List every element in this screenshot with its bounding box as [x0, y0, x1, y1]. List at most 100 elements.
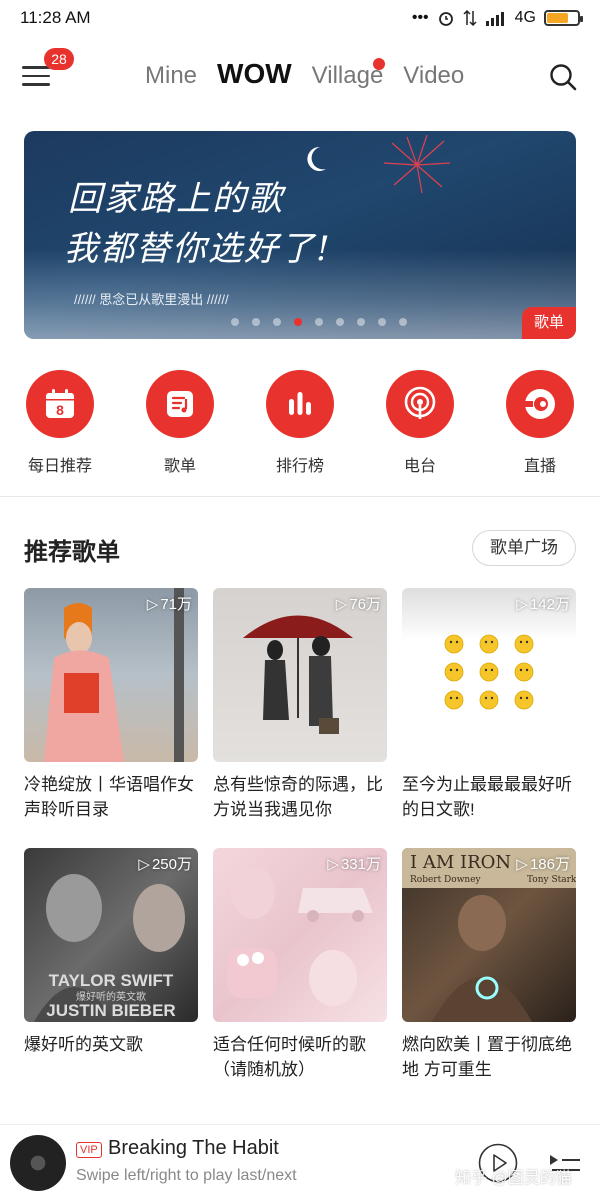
playlist-square-button[interactable]: 歌单广场: [472, 530, 576, 566]
page-dot: [357, 318, 365, 326]
tab-village[interactable]: Village: [312, 58, 386, 90]
playlist-icon: [146, 370, 214, 438]
notification-badge: 28: [44, 48, 74, 70]
play-count: ▷ 76万: [336, 593, 381, 614]
menu-icon-line: [22, 74, 50, 77]
play-count-value: 186万: [529, 856, 570, 873]
moon-icon: [307, 146, 326, 171]
playlist-title: 总有些惊奇的际遇，比方说当我遇见你: [213, 775, 383, 819]
calendar-icon: 8: [26, 370, 94, 438]
tab-mine[interactable]: Mine: [145, 62, 197, 90]
playlist-cover: ▷ 142万: [402, 588, 576, 762]
nav-label: 排行榜: [275, 458, 324, 475]
data-transfer-icon: [463, 9, 477, 27]
song-title: Breaking The Habit: [108, 1137, 279, 1159]
playlist-card[interactable]: I AM IRON Robert Downey Tony Stark ▷ 186万…: [402, 848, 576, 1082]
play-count: ▷ 331万: [327, 853, 381, 874]
top-nav: 28 Mine WOW Village Video: [0, 44, 600, 112]
banner-pagination: [231, 318, 407, 326]
hero-banner[interactable]: 回家路上的歌 我都替你选好了! ////// 思念已从歌里漫出 ////// 歌…: [24, 131, 576, 339]
swipe-hint: Swipe left/right to play last/next: [76, 1167, 297, 1184]
playlist-cover: ▷ 331万: [213, 848, 387, 1022]
tab-wow[interactable]: WOW: [217, 58, 292, 90]
play-icon: ▷: [516, 595, 528, 613]
network-type: 4G: [514, 9, 536, 26]
page-dot: [378, 318, 386, 326]
page-dot: [252, 318, 260, 326]
battery-fill: [547, 13, 568, 23]
playlist-title: 适合任何时候听的歌（请随机放）: [213, 1035, 366, 1079]
page-dot: [231, 318, 239, 326]
nav-playlist[interactable]: 歌单: [145, 370, 215, 476]
search-icon[interactable]: [548, 62, 578, 92]
more-dots-icon: •••: [411, 9, 429, 26]
nav-daily-recommend[interactable]: 8 每日推荐: [25, 370, 95, 476]
playlist-card[interactable]: ▷ 76万 总有些惊奇的际遇，比方说当我遇见你: [213, 588, 387, 822]
nav-label: 电台: [403, 458, 436, 475]
emoji-grid: [444, 634, 534, 710]
page-dot: [294, 318, 302, 326]
play-count-value: 76万: [349, 596, 381, 613]
play-count: ▷ 71万: [147, 593, 192, 614]
watermark: 知乎 @图灵的猫: [455, 1170, 572, 1187]
nav-label: 每日推荐: [27, 458, 92, 475]
playlist-title: 燃向欧美丨置于彻底绝地 方可重生: [402, 1035, 572, 1079]
play-icon: ▷: [146, 595, 159, 613]
cover-illustration: TAYLOR SWIFT 爆好听的英文歌 JUSTIN BIEBER: [34, 874, 185, 1022]
playlist-card[interactable]: TAYLOR SWIFT 爆好听的英文歌 JUSTIN BIEBER ▷ 250万…: [24, 848, 198, 1082]
section-title: 推荐歌单: [24, 539, 120, 566]
playlist-grid: ▷ 71万 冷艳绽放丨华语唱作女声聆听目录 ▷ 76万 总有些惊奇的际遇，比方说当我…: [24, 588, 576, 1082]
cover-illustration: [227, 867, 373, 1006]
status-icons: ••• 4G: [411, 9, 583, 27]
cover-illustration: [44, 588, 184, 762]
status-time: 11:28 AM: [20, 8, 91, 27]
banner-tag: 歌单: [522, 307, 576, 339]
nav-live[interactable]: 直播: [505, 370, 575, 476]
play-count: ▷ 250万: [138, 853, 192, 874]
play-icon: ▷: [138, 855, 150, 873]
banner-subtitle: ////// 思念已从歌里漫出 //////: [74, 292, 229, 307]
play-icon: ▷: [335, 595, 348, 613]
playlist-card[interactable]: ▷ 142万 至今为止最最最最好听的日文歌!: [402, 588, 576, 822]
firework-graphic: [383, 135, 451, 194]
menu-icon: [22, 66, 50, 69]
cover-illustration: [243, 615, 353, 734]
page-dot: [399, 318, 407, 326]
svg-text:TAYLOR SWIFT: TAYLOR SWIFT: [49, 971, 174, 990]
playlist-cover: I AM IRON Robert Downey Tony Stark ▷ 186万: [402, 848, 576, 1022]
banner-title-line2: 我都替你选好了!: [64, 229, 332, 269]
page-dot: [336, 318, 344, 326]
playlist-title: 爆好听的英文歌: [24, 1035, 143, 1054]
status-bar: 11:28 AM ••• 4G: [0, 0, 600, 36]
battery-icon: [544, 10, 583, 26]
quick-nav: 8 每日推荐 歌单 排行榜 电台 直播: [0, 370, 600, 476]
alarm-icon: [438, 12, 453, 26]
nav-charts[interactable]: 排行榜: [265, 370, 335, 476]
page-dot: [273, 318, 281, 326]
playlist-card[interactable]: ▷ 71万 冷艳绽放丨华语唱作女声聆听目录: [24, 588, 198, 822]
cover-illustration: I AM IRON Robert Downey Tony Stark: [402, 848, 576, 1022]
playlist-cover: TAYLOR SWIFT 爆好听的英文歌 JUSTIN BIEBER ▷ 250万: [24, 848, 198, 1022]
tab-bar: Mine WOW Village Video: [145, 58, 464, 90]
nav-label: 直播: [523, 458, 556, 475]
nav-label: 歌单: [163, 458, 196, 475]
svg-text:8: 8: [56, 402, 64, 418]
chart-bars-icon: [266, 370, 334, 438]
new-dot: [373, 58, 386, 70]
playlist-cover: ▷ 71万: [24, 588, 198, 762]
signal-icon: [485, 12, 504, 26]
play-count: ▷ 186万: [516, 853, 570, 874]
tab-video[interactable]: Video: [403, 62, 464, 90]
playlist-title: 冷艳绽放丨华语唱作女声聆听目录: [24, 775, 194, 819]
play-count-value: 142万: [529, 596, 570, 613]
playlist-card[interactable]: ▷ 331万 适合任何时候听的歌（请随机放）: [213, 848, 387, 1082]
nav-radio[interactable]: 电台: [385, 370, 455, 476]
play-icon: ▷: [327, 855, 339, 873]
divider: [0, 496, 600, 497]
menu-icon-line: [22, 83, 50, 86]
play-count-value: 71万: [160, 596, 192, 613]
mini-player[interactable]: VIP Breaking The Habit Swipe left/right …: [0, 1124, 600, 1200]
page-dot: [315, 318, 323, 326]
playlist-title: 至今为止最最最最好听的日文歌!: [402, 775, 572, 819]
album-art[interactable]: [10, 1135, 66, 1191]
